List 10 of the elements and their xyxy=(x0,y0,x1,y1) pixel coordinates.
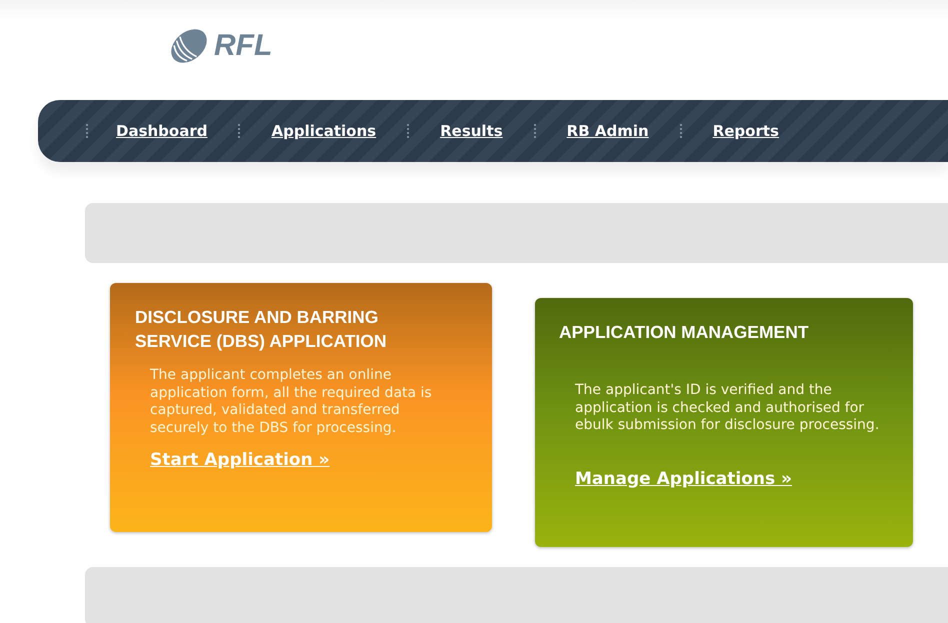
card-title: DISCLOSURE AND BARRING SERVICE (DBS) APPLICATION xyxy=(135,306,388,353)
nav-link[interactable]: RB Admin xyxy=(566,122,649,140)
nav-link[interactable]: Applications xyxy=(271,122,376,140)
card-title: APPLICATION MANAGEMENT xyxy=(559,321,810,344)
card-description: The applicant completes an online application form, all the required data is captured, validated and transferred securely to the DBS for processing. xyxy=(150,367,433,437)
nav-link[interactable]: Dashboard xyxy=(116,122,208,140)
nav-link[interactable]: Results xyxy=(440,122,503,140)
card-description: The applicant's ID is verified and the application is checked and authorised for ebulk submission for disclosure processing. xyxy=(575,382,880,434)
logo[interactable]: RFL xyxy=(168,26,272,66)
nav-link[interactable]: Reports xyxy=(712,122,779,140)
